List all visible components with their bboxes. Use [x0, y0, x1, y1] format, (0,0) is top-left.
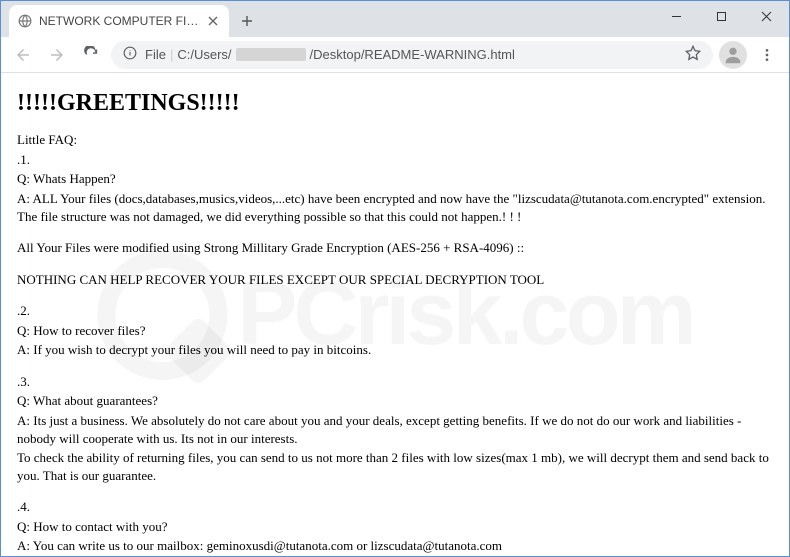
- reload-button[interactable]: [77, 41, 105, 69]
- back-button[interactable]: [9, 41, 37, 69]
- page-content: PCrisk.com !!!!!GREETINGS!!!!! Little FA…: [1, 73, 789, 556]
- faq-label: Little FAQ:: [17, 131, 773, 149]
- menu-icon[interactable]: [753, 41, 781, 69]
- minimize-button[interactable]: [654, 1, 699, 31]
- sec3-a2: To check the ability of returning files,…: [17, 449, 773, 484]
- encryption-line: All Your Files were modified using Stron…: [17, 239, 773, 257]
- browser-tab[interactable]: NETWORK COMPUTER FILES EN: [9, 5, 229, 37]
- sec2-q: Q: How to recover files?: [17, 322, 773, 340]
- url-field[interactable]: File | C:/Users//Desktop/README-WARNING.…: [111, 41, 713, 69]
- redacted-segment: [236, 48, 306, 61]
- sec2-a: A: If you wish to decrypt your files you…: [17, 341, 773, 359]
- info-icon[interactable]: [123, 46, 137, 63]
- nothing-line: NOTHING CAN HELP RECOVER YOUR FILES EXCE…: [17, 271, 773, 289]
- sec3-q: Q: What about guarantees?: [17, 392, 773, 410]
- forward-button[interactable]: [43, 41, 71, 69]
- sec4-a: A: You can write us to our mailbox: gemi…: [17, 537, 773, 555]
- new-tab-button[interactable]: [233, 7, 261, 35]
- maximize-button[interactable]: [699, 1, 744, 31]
- sec2-num: .2.: [17, 302, 773, 320]
- close-window-button[interactable]: [744, 1, 789, 31]
- tab-title: NETWORK COMPUTER FILES EN: [39, 14, 199, 28]
- globe-icon: [17, 13, 33, 29]
- sec1-a: A: ALL Your files (docs,databases,musics…: [17, 190, 773, 225]
- sec3-a1: A: Its just a business. We absolutely do…: [17, 412, 773, 447]
- tab-bar: NETWORK COMPUTER FILES EN: [1, 1, 789, 37]
- sec1-num: .1.: [17, 151, 773, 169]
- page-heading: !!!!!GREETINGS!!!!!: [17, 87, 773, 119]
- address-bar: File | C:/Users//Desktop/README-WARNING.…: [1, 37, 789, 73]
- bookmark-star-icon[interactable]: [685, 45, 701, 64]
- sec1-q: Q: Whats Happen?: [17, 170, 773, 188]
- sec3-num: .3.: [17, 373, 773, 391]
- sec4-q: Q: How to contact with you?: [17, 518, 773, 536]
- sec4-num: .4.: [17, 498, 773, 516]
- close-tab-icon[interactable]: [205, 13, 221, 29]
- url-text: File | C:/Users//Desktop/README-WARNING.…: [145, 47, 677, 62]
- profile-avatar[interactable]: [719, 41, 747, 69]
